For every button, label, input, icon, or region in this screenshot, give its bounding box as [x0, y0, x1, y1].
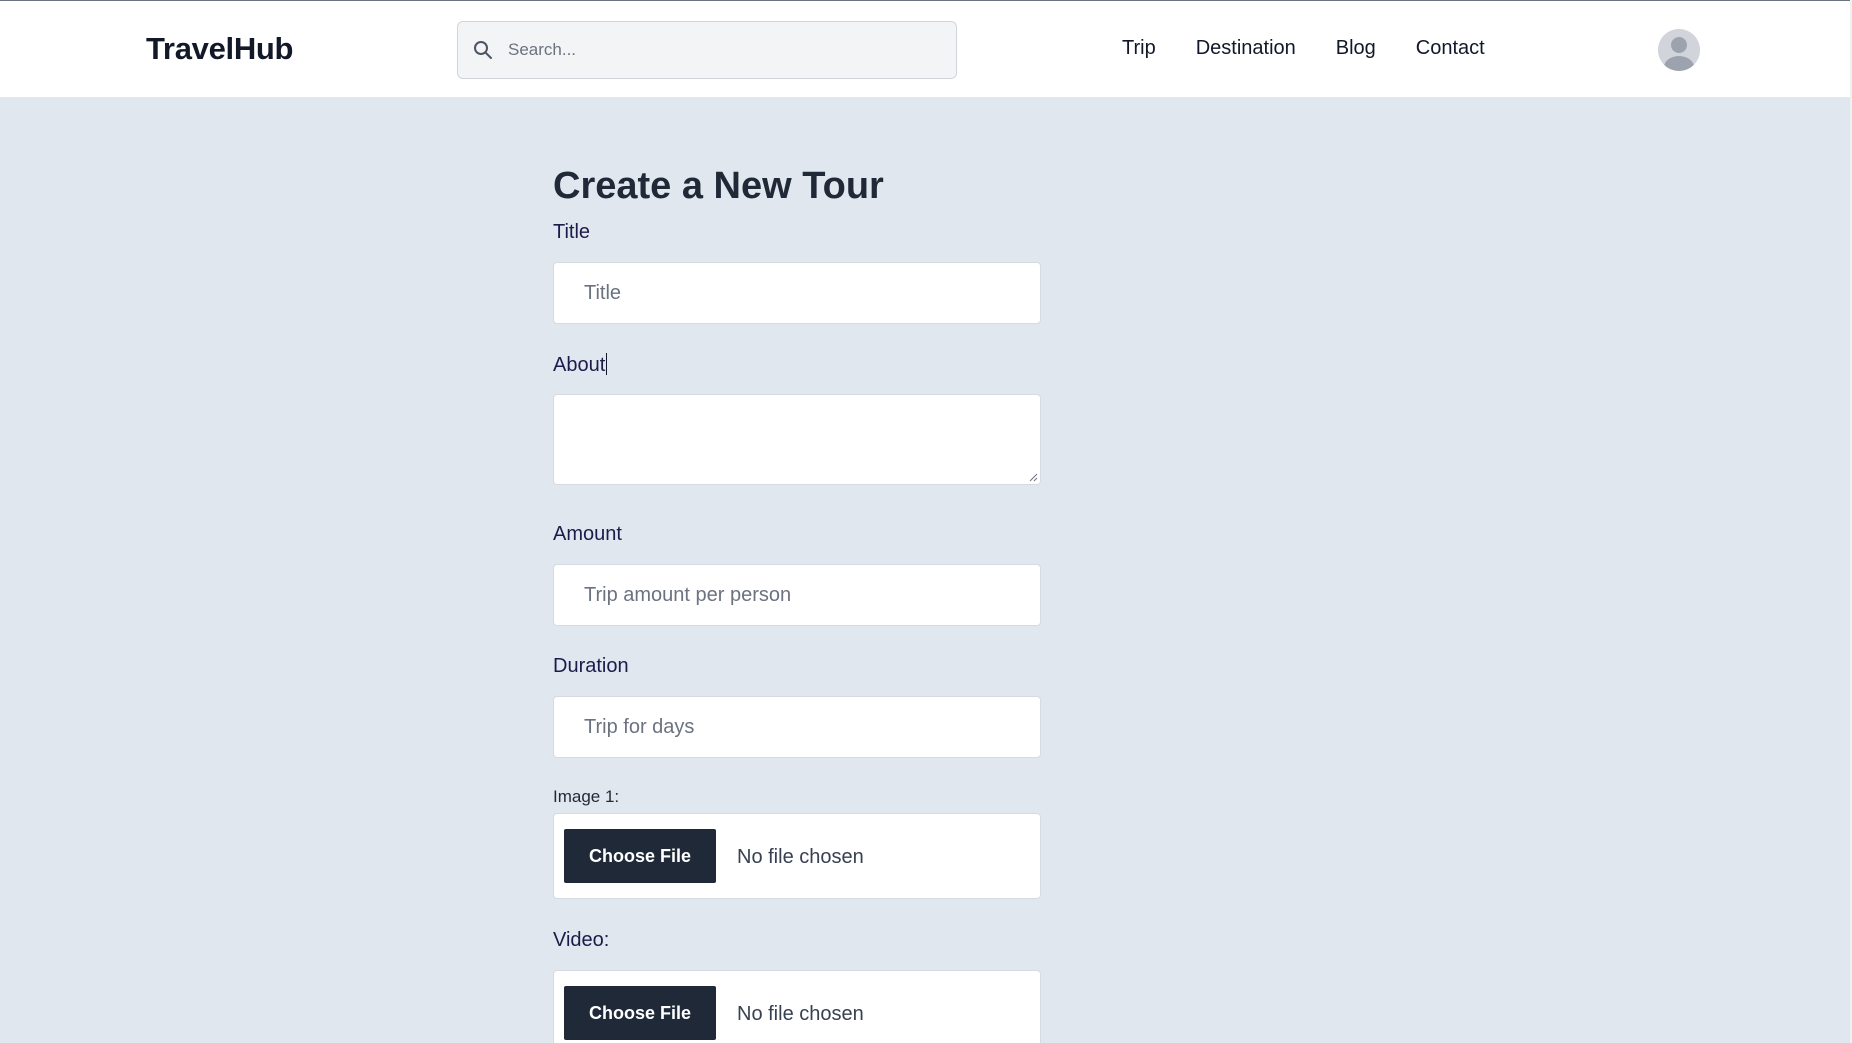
duration-input[interactable]	[554, 697, 1040, 757]
image1-choose-file-button[interactable]: Choose File	[564, 829, 716, 883]
video-file-status: No file chosen	[737, 1003, 864, 1025]
page-title: Create a New Tour	[553, 165, 884, 207]
about-label-text: About	[553, 354, 606, 376]
text-caret	[606, 353, 608, 375]
amount-label: Amount	[553, 523, 622, 545]
search-input[interactable]	[508, 40, 928, 60]
about-label: About	[553, 353, 608, 377]
video-label: Video:	[553, 929, 610, 951]
user-silhouette-icon	[1658, 29, 1700, 71]
video-choose-file-button[interactable]: Choose File	[564, 986, 716, 1040]
page: TravelHub Trip Destination Blog Contact	[0, 0, 1850, 1043]
image1-label: Image 1:	[553, 787, 620, 806]
nav-link-blog[interactable]: Blog	[1336, 37, 1376, 60]
duration-field[interactable]	[553, 696, 1041, 758]
nav-link-destination[interactable]: Destination	[1196, 37, 1296, 60]
about-textarea[interactable]	[554, 395, 1040, 484]
nav-link-trip[interactable]: Trip	[1122, 37, 1156, 60]
about-field[interactable]	[553, 394, 1041, 485]
search-box[interactable]	[457, 21, 957, 79]
top-navbar: TravelHub Trip Destination Blog Contact	[0, 0, 1850, 98]
viewport: TravelHub Trip Destination Blog Contact	[0, 0, 1852, 1043]
site-logo[interactable]: TravelHub	[146, 31, 293, 67]
image1-file-input[interactable]: Choose File No file chosen	[553, 813, 1041, 899]
title-field[interactable]	[553, 262, 1041, 324]
search-icon	[472, 39, 494, 61]
user-avatar[interactable]	[1658, 29, 1700, 71]
resize-grip-icon[interactable]	[1028, 472, 1038, 482]
amount-field[interactable]	[553, 564, 1041, 626]
image1-file-status: No file chosen	[737, 846, 864, 868]
title-label: Title	[553, 221, 591, 243]
duration-label: Duration	[553, 655, 629, 677]
nav-link-contact[interactable]: Contact	[1416, 37, 1485, 60]
video-file-input[interactable]: Choose File No file chosen	[553, 970, 1041, 1043]
title-input[interactable]	[554, 263, 1040, 323]
main-nav: Trip Destination Blog Contact	[1122, 37, 1485, 60]
amount-input[interactable]	[554, 565, 1040, 625]
